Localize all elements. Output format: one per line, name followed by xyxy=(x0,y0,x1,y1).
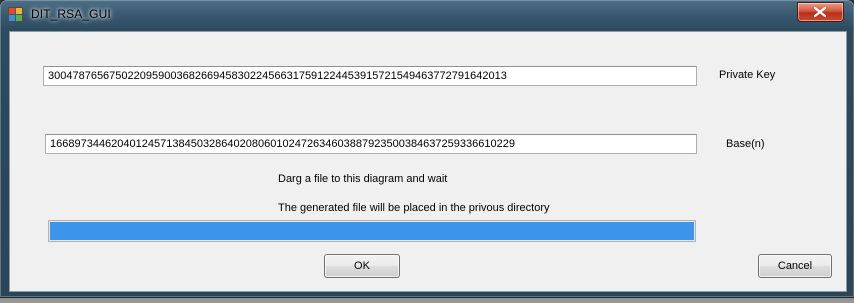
ok-button[interactable]: OK xyxy=(324,254,400,278)
client-area: 3004787656750220959003682669458302245663… xyxy=(9,31,847,292)
base-n-label: Base(n) xyxy=(726,138,765,150)
close-icon xyxy=(814,7,826,17)
output-hint-text: The generated file will be placed in the… xyxy=(278,202,550,214)
close-button[interactable] xyxy=(797,2,844,22)
window-title: DIT_RSA_GUI xyxy=(31,7,111,21)
private-key-field[interactable]: 3004787656750220959003682669458302245663… xyxy=(43,66,697,86)
title-bar[interactable]: DIT_RSA_GUI xyxy=(0,0,854,30)
cancel-button[interactable]: Cancel xyxy=(758,254,832,278)
base-n-field[interactable]: 1668973446204012457138450328640208060102… xyxy=(45,134,697,154)
drag-hint-text: Darg a file to this diagram and wait xyxy=(278,173,448,185)
progress-bar xyxy=(48,220,696,242)
main-window: DIT_RSA_GUI 3004787656750220959003682669… xyxy=(0,0,854,297)
app-icon xyxy=(8,7,24,23)
private-key-label: Private Key xyxy=(719,69,776,81)
progress-fill xyxy=(50,222,694,240)
